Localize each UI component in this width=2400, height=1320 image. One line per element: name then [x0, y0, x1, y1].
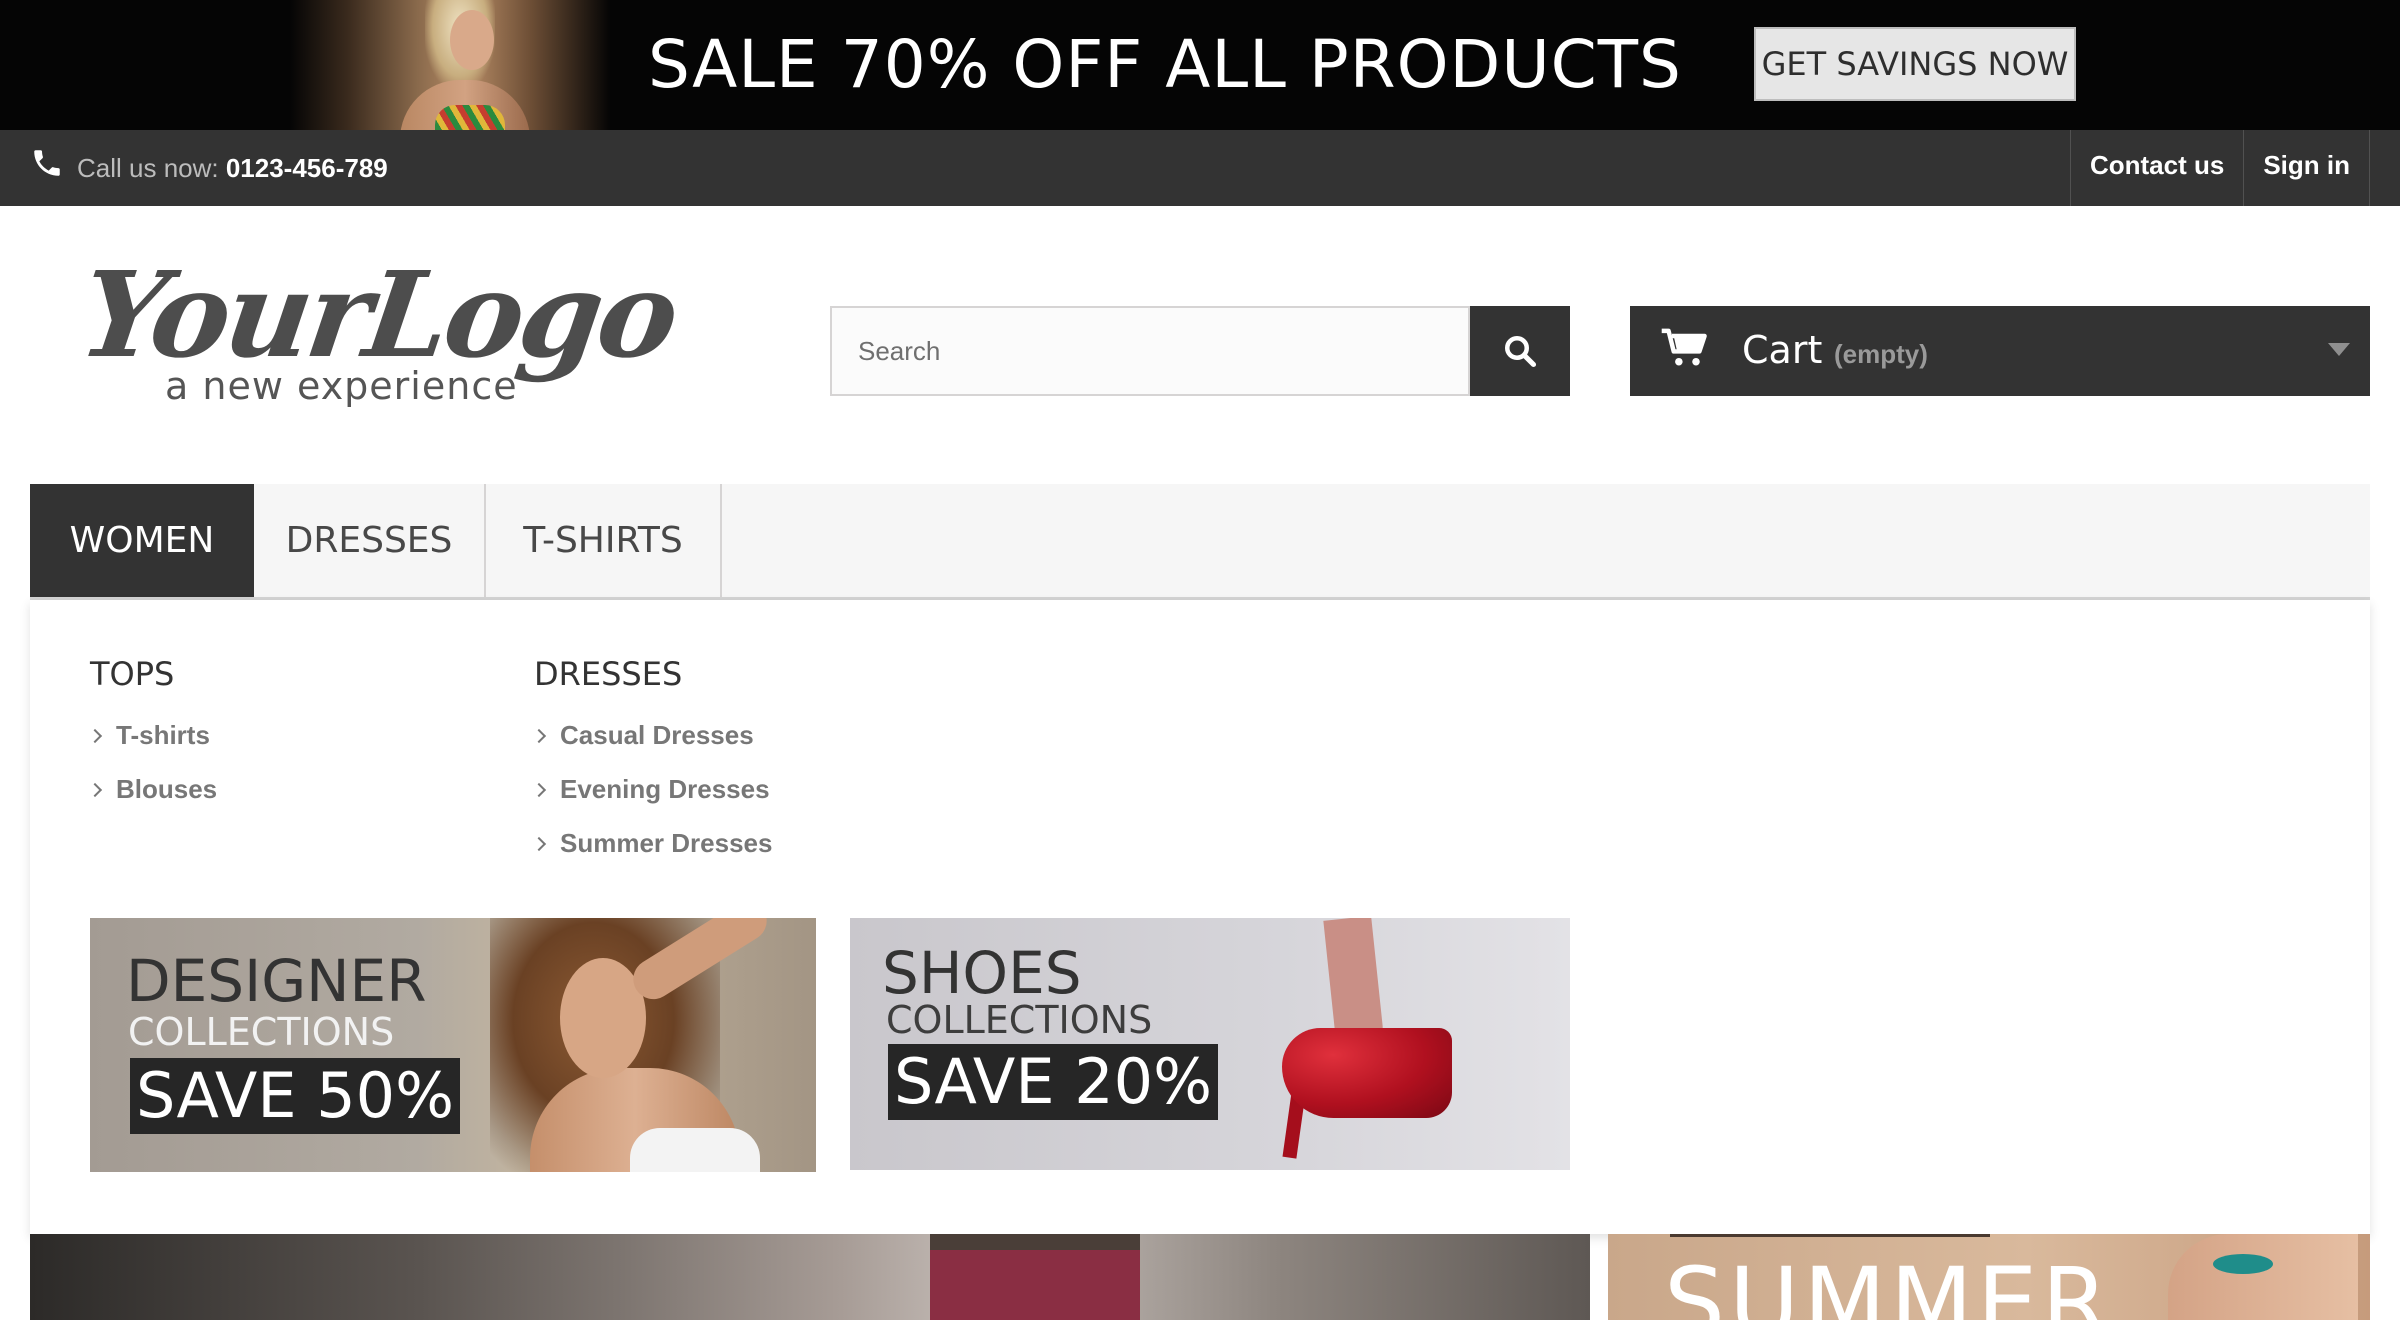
women-dropdown-panel: TOPS T-shirts Blouses DRESSES Casual Dre… [30, 600, 2370, 1234]
tops-heading[interactable]: TOPS [90, 654, 174, 694]
chevron-down-icon [2328, 343, 2350, 356]
designer-collections-banner[interactable]: DESIGNER COLLECTIONS SAVE 50% [90, 918, 816, 1172]
chevron-right-icon [531, 728, 547, 744]
cart-status: (empty) [1834, 339, 1928, 369]
main-menu: WOMEN DRESSES T-SHIRTS [30, 484, 2370, 600]
phone-number[interactable]: 0123-456-789 [226, 153, 388, 183]
call-us-label: Call us now: [77, 153, 226, 183]
summer-banner[interactable]: SUMMER [1608, 1234, 2370, 1320]
card-subtitle: COLLECTIONS [128, 1010, 395, 1054]
menu-tab-tshirts[interactable]: T-SHIRTS [486, 484, 722, 597]
dresses-heading[interactable]: DRESSES [534, 654, 682, 694]
get-savings-button[interactable]: GET SAVINGS NOW [1754, 27, 2076, 101]
card-title: DESIGNER [126, 947, 427, 1015]
search-icon [1505, 336, 1537, 368]
cart-label: Cart [1742, 328, 1823, 372]
submenu-item-label: T-shirts [116, 720, 210, 750]
submenu-item-label: Summer Dresses [560, 828, 773, 858]
homepage-slider[interactable] [30, 1234, 1590, 1320]
shoes-collections-banner[interactable]: SHOES COLLECTIONS SAVE 20% [850, 918, 1570, 1170]
top-nav-bar: Call us now: 0123-456-789 Contact us Sig… [0, 130, 2400, 206]
card-title: SHOES [882, 939, 1082, 1007]
promo-model-image [290, 0, 610, 130]
submenu-item-casual-dresses[interactable]: Casual Dresses [531, 718, 754, 752]
submenu-item-blouses[interactable]: Blouses [87, 772, 218, 806]
chevron-right-icon [531, 782, 547, 798]
logo-wordmark: YourLogo [72, 245, 684, 384]
chevron-right-icon [531, 836, 547, 852]
logo-tagline: a new experience [165, 364, 518, 408]
account-links: Contact us Sign in [2069, 130, 2370, 206]
promo-banner[interactable]: SALE 70% OFF ALL PRODUCTS GET SAVINGS NO… [0, 0, 2400, 130]
submenu-item-tshirts[interactable]: T-shirts [87, 718, 210, 752]
submenu-item-summer-dresses[interactable]: Summer Dresses [531, 826, 773, 860]
search-button[interactable] [1470, 306, 1570, 396]
site-logo[interactable]: YourLogo a new experience [72, 245, 683, 420]
submenu-item-label: Evening Dresses [560, 774, 770, 804]
summer-model-image [2168, 1234, 2358, 1320]
summer-banner-text: SUMMER [1664, 1247, 2113, 1320]
cart-icon [1661, 328, 1707, 366]
submenu-item-label: Blouses [116, 774, 218, 804]
sign-in-link[interactable]: Sign in [2243, 130, 2370, 206]
menu-tab-dresses[interactable]: DRESSES [254, 484, 486, 597]
card-offer: SAVE 20% [888, 1044, 1218, 1120]
search-input[interactable]: Search [830, 306, 1470, 396]
phone-icon [34, 150, 60, 176]
menu-tab-women[interactable]: WOMEN [30, 484, 254, 597]
chevron-right-icon [87, 728, 103, 744]
promo-headline: SALE 70% OFF ALL PRODUCTS [648, 26, 1682, 103]
submenu-item-label: Casual Dresses [560, 720, 754, 750]
submenu-item-evening-dresses[interactable]: Evening Dresses [531, 772, 770, 806]
call-us-text: Call us now: 0123-456-789 [77, 151, 388, 185]
chevron-right-icon [87, 782, 103, 798]
card-subtitle: COLLECTIONS [886, 998, 1153, 1042]
cart-button[interactable]: Cart (empty) [1630, 306, 2370, 396]
card-offer: SAVE 50% [130, 1058, 460, 1134]
contact-us-link[interactable]: Contact us [2069, 130, 2243, 206]
